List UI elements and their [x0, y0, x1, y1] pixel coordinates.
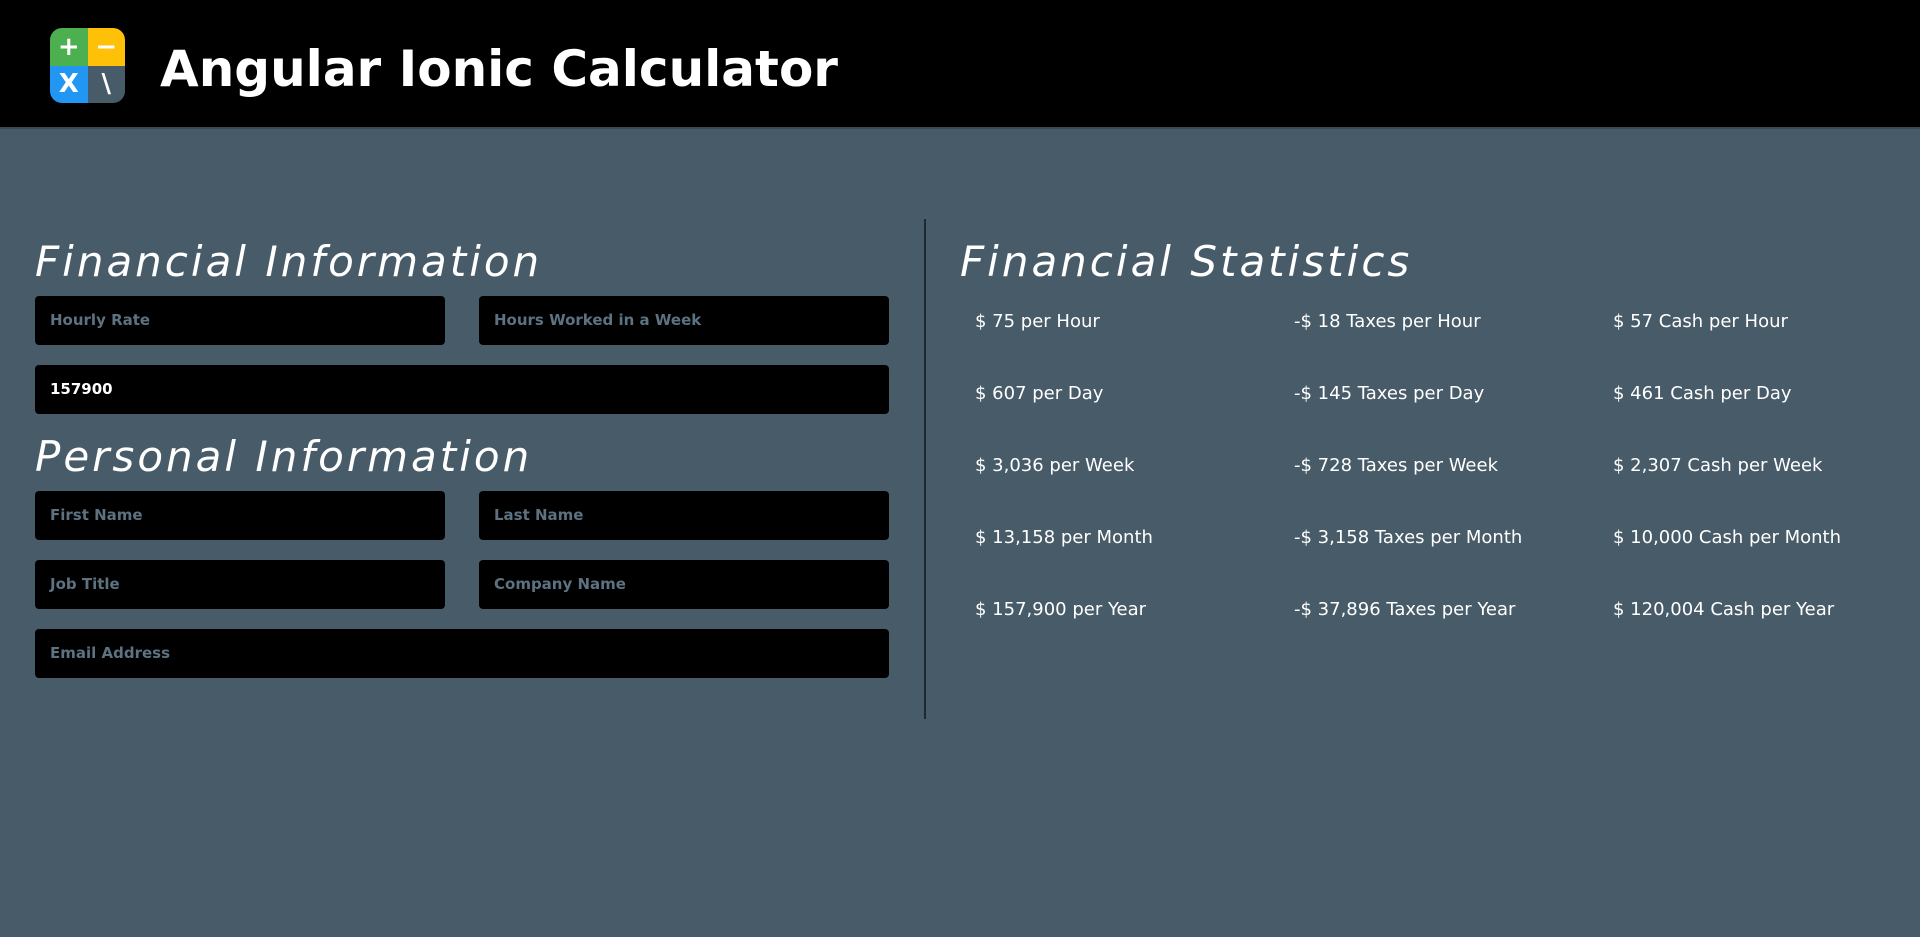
- stat-gross-hour: $ 75 per Hour: [975, 311, 1100, 332]
- times-icon: X: [50, 65, 88, 103]
- stat-cash-week: $ 2,307 Cash per Week: [1613, 455, 1823, 476]
- stat-gross-year: $ 157,900 per Year: [975, 599, 1147, 620]
- stat-gross-week: $ 3,036 per Week: [975, 455, 1135, 476]
- stat-cash-hour: $ 57 Cash per Hour: [1613, 311, 1788, 332]
- calculator-logo-icon: + − X \: [50, 28, 125, 103]
- stat-taxes-day: -$ 145 Taxes per Day: [1294, 383, 1485, 404]
- email-address-input[interactable]: Email Address: [35, 629, 889, 678]
- annual-salary-input[interactable]: 157900: [35, 365, 889, 414]
- stat-gross-day: $ 607 per Day: [975, 383, 1104, 404]
- stat-cash-day: $ 461 Cash per Day: [1613, 383, 1792, 404]
- job-title-input[interactable]: Job Title: [35, 560, 445, 609]
- vertical-divider: [924, 219, 926, 719]
- last-name-input[interactable]: Last Name: [479, 491, 889, 540]
- stat-cash-year: $ 120,004 Cash per Year: [1613, 599, 1835, 620]
- stat-taxes-month: -$ 3,158 Taxes per Month: [1294, 527, 1523, 548]
- stat-gross-month: $ 13,158 per Month: [975, 527, 1153, 548]
- stat-cash-month: $ 10,000 Cash per Month: [1613, 527, 1842, 548]
- company-name-input[interactable]: Company Name: [479, 560, 889, 609]
- app-header: + − X \ Angular Ionic Calculator: [0, 0, 1920, 129]
- hours-worked-input[interactable]: Hours Worked in a Week: [479, 296, 889, 345]
- plus-icon: +: [50, 28, 88, 66]
- stat-taxes-week: -$ 728 Taxes per Week: [1294, 455, 1499, 476]
- financial-statistics-title: Financial Statistics: [960, 237, 1413, 286]
- first-name-input[interactable]: First Name: [35, 491, 445, 540]
- minus-icon: −: [87, 28, 125, 66]
- hourly-rate-input[interactable]: Hourly Rate: [35, 296, 445, 345]
- financial-information-title: Financial Information: [35, 237, 543, 286]
- stat-taxes-year: -$ 37,896 Taxes per Year: [1294, 599, 1516, 620]
- app-title: Angular Ionic Calculator: [160, 40, 838, 98]
- stat-taxes-hour: -$ 18 Taxes per Hour: [1294, 311, 1481, 332]
- divide-icon: \: [87, 65, 125, 103]
- personal-information-title: Personal Information: [35, 432, 533, 481]
